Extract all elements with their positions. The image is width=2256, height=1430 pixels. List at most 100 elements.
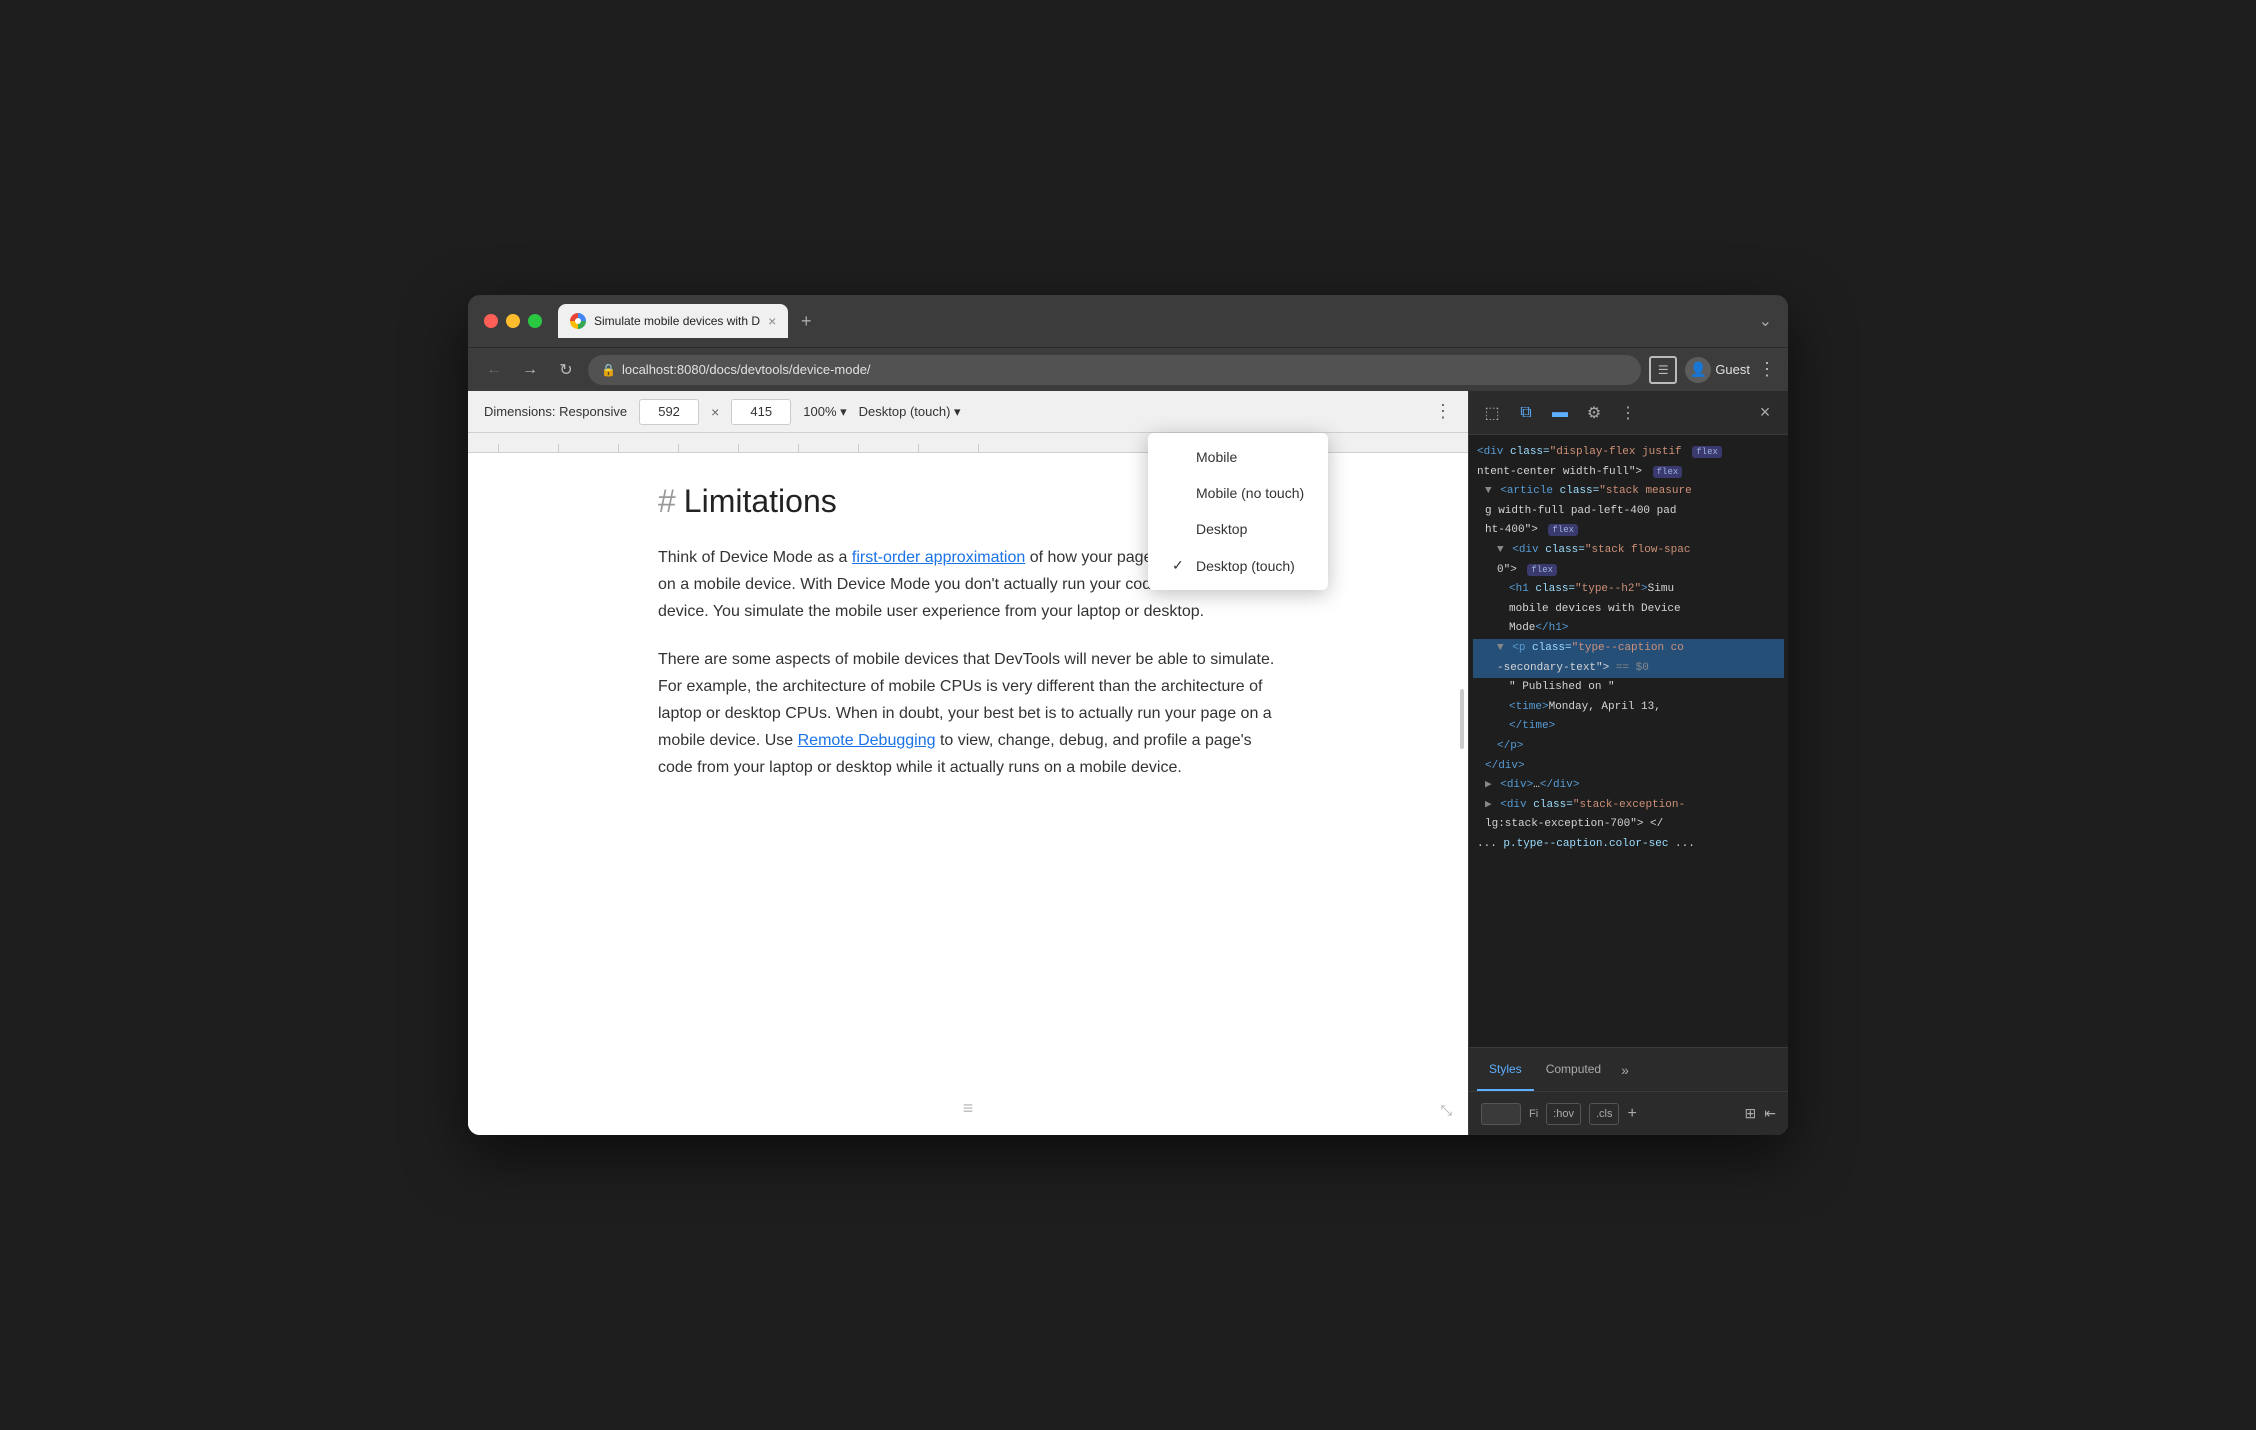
ruler-mark xyxy=(618,444,678,452)
new-style-rule-icon[interactable]: ⊞ xyxy=(1745,1105,1757,1122)
expand-triangle-icon[interactable]: ▼ xyxy=(1497,642,1504,654)
ruler-mark xyxy=(678,444,738,452)
settings-button[interactable]: ⚙ xyxy=(1579,398,1609,428)
dropdown-desktop-item[interactable]: Desktop xyxy=(1148,511,1328,547)
window-menu-icon[interactable]: ⌄ xyxy=(1759,311,1772,331)
tab-bar: Simulate mobile devices with D × + xyxy=(558,304,1751,338)
ruler-horizontal xyxy=(468,433,1038,452)
ruler-mark xyxy=(858,444,918,452)
html-line: g width-full pad-left-400 pad xyxy=(1473,502,1784,522)
scrollbar[interactable] xyxy=(1460,689,1464,749)
device-selector-button[interactable]: Desktop (touch) ▾ xyxy=(859,404,961,420)
html-line: ▼ <article class="stack measure xyxy=(1473,482,1784,502)
dropdown-desktop-touch-item[interactable]: ✓ Desktop (touch) xyxy=(1148,547,1328,584)
computed-tab[interactable]: Computed xyxy=(1534,1048,1613,1091)
browser-menu-icon[interactable]: ⋮ xyxy=(1758,359,1776,380)
html-panel[interactable]: <div class="display-flex justif flex nte… xyxy=(1469,435,1788,1047)
html-line: <div class="display-flex justif flex xyxy=(1473,443,1784,463)
tab-close-icon[interactable]: × xyxy=(768,314,776,328)
dropdown-item-label: Mobile xyxy=(1196,449,1237,465)
reload-button[interactable]: ↻ xyxy=(552,356,580,384)
html-line[interactable]: ▶ <div>…</div> xyxy=(1473,776,1784,796)
html-line: " Published on " xyxy=(1473,678,1784,698)
add-style-icon[interactable]: + xyxy=(1627,1105,1636,1123)
devtools-panel: ⬚ ⧉ ▬ ⚙ ⋮ × <div class="display-flex jus… xyxy=(1468,391,1788,1135)
dimensions-label: Dimensions: Responsive xyxy=(484,404,627,419)
ruler-mark xyxy=(918,444,978,452)
html-line: </div> xyxy=(1473,757,1784,777)
device-mode-button[interactable]: ⧉ xyxy=(1511,398,1541,428)
dropdown-mobile-item[interactable]: Mobile xyxy=(1148,439,1328,475)
maximize-traffic-light[interactable] xyxy=(528,314,542,328)
browser-window: Simulate mobile devices with D × + ⌄ ← →… xyxy=(468,295,1788,1135)
dimension-separator: × xyxy=(711,404,719,420)
html-line: </p> xyxy=(1473,737,1784,757)
devtools-close-button[interactable]: × xyxy=(1750,398,1780,428)
flex-badge: flex xyxy=(1653,466,1683,478)
profile-area[interactable]: 👤 Guest xyxy=(1685,357,1750,383)
toolbar-more-icon[interactable]: ⋮ xyxy=(1434,401,1452,422)
ruler-mark xyxy=(798,444,858,452)
devtools-toggle-button[interactable]: ☰ xyxy=(1649,356,1677,384)
viewport: Dimensions: Responsive × 100% ▾ Desktop … xyxy=(468,391,1468,1135)
html-line: ntent-center width-full"> flex xyxy=(1473,463,1784,483)
ruler-mark xyxy=(558,444,618,452)
forward-button[interactable]: → xyxy=(516,356,544,384)
zoom-selector[interactable]: 100% ▾ xyxy=(803,404,846,420)
filter-input[interactable] xyxy=(1481,1103,1521,1125)
ruler-mark xyxy=(738,444,798,452)
ruler-mark xyxy=(978,444,1038,452)
traffic-lights xyxy=(484,314,542,328)
dropdown-item-label: Mobile (no touch) xyxy=(1196,485,1304,501)
hov-button[interactable]: :hov xyxy=(1546,1103,1581,1125)
device-toolbar: Dimensions: Responsive × 100% ▾ Desktop … xyxy=(468,391,1468,433)
cls-button[interactable]: .cls xyxy=(1589,1103,1620,1125)
close-traffic-light[interactable] xyxy=(484,314,498,328)
html-line: mobile devices with Device xyxy=(1473,600,1784,620)
width-input[interactable] xyxy=(639,399,699,425)
main-area: Dimensions: Responsive × 100% ▾ Desktop … xyxy=(468,391,1788,1135)
avatar: 👤 xyxy=(1685,357,1711,383)
dropdown-mobile-no-touch-item[interactable]: Mobile (no touch) xyxy=(1148,475,1328,511)
flex-badge: flex xyxy=(1692,446,1722,458)
hash-icon: # xyxy=(658,483,676,520)
expand-triangle-icon[interactable]: ▶ xyxy=(1485,799,1492,811)
new-tab-button[interactable]: + xyxy=(792,307,820,335)
console-panel-button[interactable]: ▬ xyxy=(1545,398,1575,428)
expand-triangle-icon[interactable]: ▼ xyxy=(1497,544,1504,556)
elements-cursor-button[interactable]: ⬚ xyxy=(1477,398,1507,428)
minimize-traffic-light[interactable] xyxy=(506,314,520,328)
check-mark-icon: ✓ xyxy=(1172,557,1188,574)
html-selected-line[interactable]: ▼ <p class="type--caption co xyxy=(1473,639,1784,659)
tabs-more-icon[interactable]: » xyxy=(1613,1062,1637,1078)
html-line: ht-400"> flex xyxy=(1473,521,1784,541)
paragraph-1-text-before: Think of Device Mode as a xyxy=(658,549,852,566)
html-tag: <div xyxy=(1477,446,1503,458)
html-line: Mode</h1> xyxy=(1473,619,1784,639)
toggle-element-icon[interactable]: ⇤ xyxy=(1764,1105,1776,1122)
title-bar: Simulate mobile devices with D × + ⌄ xyxy=(468,295,1788,347)
heading-text: Limitations xyxy=(684,483,837,520)
first-order-link[interactable]: first-order approximation xyxy=(852,549,1025,566)
dropdown-item-label: Desktop xyxy=(1196,521,1247,537)
chrome-favicon-icon xyxy=(570,313,586,329)
height-input[interactable] xyxy=(731,399,791,425)
html-line: ... p.type--caption.color-sec ... xyxy=(1473,835,1784,855)
flex-badge: flex xyxy=(1527,564,1557,576)
styles-tab[interactable]: Styles xyxy=(1477,1048,1534,1091)
html-selected-line[interactable]: -secondary-text"> == $0 xyxy=(1473,659,1784,679)
html-line: </time> xyxy=(1473,717,1784,737)
nav-right: ☰ 👤 Guest ⋮ xyxy=(1649,356,1776,384)
resize-handle-icon[interactable]: ⤡ xyxy=(1441,1102,1452,1119)
html-line: 0"> flex xyxy=(1473,561,1784,581)
profile-name: Guest xyxy=(1715,362,1750,377)
remote-debugging-link[interactable]: Remote Debugging xyxy=(798,732,936,749)
back-button[interactable]: ← xyxy=(480,356,508,384)
expand-triangle-icon[interactable]: ▼ xyxy=(1485,485,1492,497)
devtools-more-icon[interactable]: ⋮ xyxy=(1613,398,1643,428)
dollar-zero-badge: == $0 xyxy=(1616,662,1649,674)
active-tab[interactable]: Simulate mobile devices with D × xyxy=(558,304,788,338)
address-bar[interactable]: 🔒 localhost:8080/docs/devtools/device-mo… xyxy=(588,355,1641,385)
expand-triangle-icon[interactable]: ▶ xyxy=(1485,779,1492,791)
tab-title: Simulate mobile devices with D xyxy=(594,314,760,328)
